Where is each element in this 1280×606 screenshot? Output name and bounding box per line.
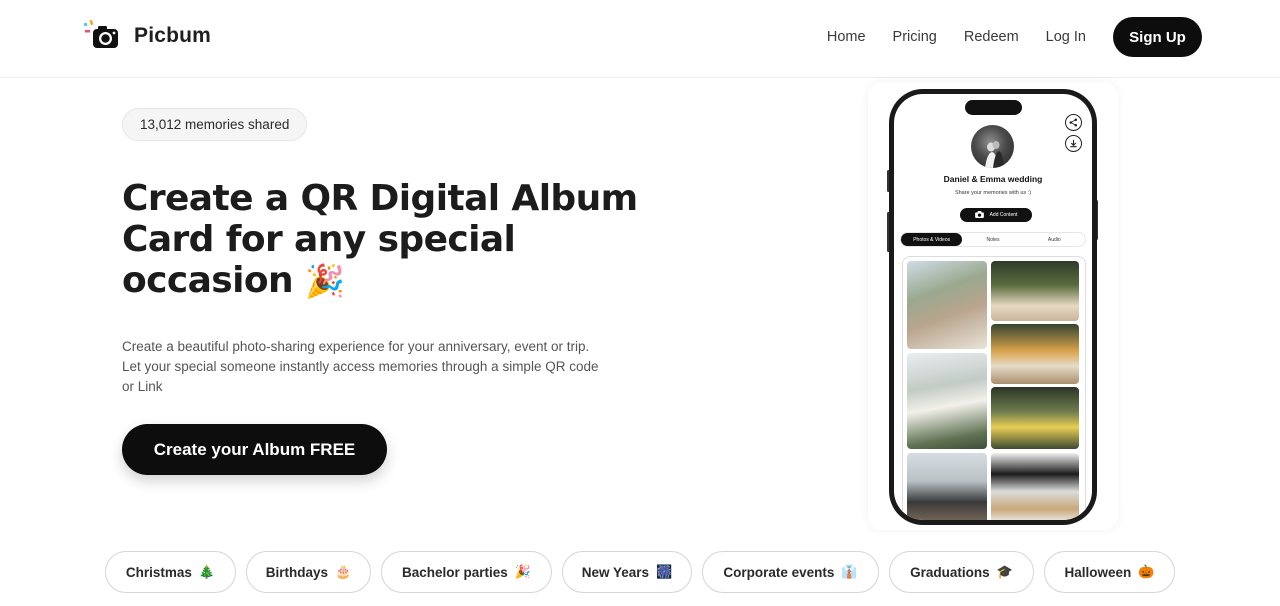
chip-halloween[interactable]: Halloween 🎃 <box>1044 551 1175 593</box>
chip-graduations[interactable]: Graduations 🎓 <box>889 551 1034 593</box>
chip-label: Christmas <box>125 564 192 580</box>
camera-icon <box>974 210 984 220</box>
chip-label: New Years <box>581 564 650 580</box>
album-subtitle: Share your memories with us :) <box>954 190 1032 196</box>
party-popper-icon: 🎉 <box>514 564 531 579</box>
hero-title-line-2: Card for any special <box>122 219 516 260</box>
chip-corporate-events[interactable]: Corporate events 👔 <box>702 551 879 593</box>
nav-home[interactable]: Home <box>827 29 866 45</box>
gallery-photo[interactable] <box>907 453 987 520</box>
gallery-photo[interactable] <box>991 261 1079 321</box>
chip-label: Bachelor parties <box>402 564 508 580</box>
camera-icon <box>83 19 120 52</box>
gallery-photo[interactable] <box>991 387 1079 449</box>
chip-christmas[interactable]: Christmas 🎄 <box>105 551 236 593</box>
party-popper-icon: 🎉 <box>304 262 345 300</box>
album-title: Daniel & Emma wedding <box>943 174 1043 184</box>
hero-title-line-1: Create a QR Digital Album <box>122 178 638 219</box>
tab-photos-videos[interactable]: Photos & Videos <box>901 233 963 246</box>
nav-redeem[interactable]: Redeem <box>964 29 1019 45</box>
album-tabs: Photos & Videos Notes Audio <box>900 232 1086 247</box>
photo-gallery[interactable] <box>902 256 1086 520</box>
nav-pricing[interactable]: Pricing <box>893 29 937 45</box>
brand-name: Picbum <box>134 24 212 47</box>
signup-button[interactable]: Sign Up <box>1113 17 1202 57</box>
phone-mockup: Daniel & Emma wedding Share your memorie… <box>889 89 1097 525</box>
gallery-photo[interactable] <box>991 324 1079 384</box>
suit-icon: 👔 <box>841 564 858 579</box>
graduation-cap-icon: 🎓 <box>996 564 1013 579</box>
gallery-photo[interactable] <box>991 453 1079 520</box>
occasion-chips: Christmas 🎄 Birthdays 🎂 Bachelor parties… <box>105 551 1175 593</box>
memories-count-badge: 13,012 memories shared <box>122 108 308 141</box>
album-avatar <box>971 125 1014 168</box>
chip-label: Corporate events <box>723 564 835 580</box>
create-album-button[interactable]: Create your Album FREE <box>122 424 387 475</box>
chip-label: Graduations <box>910 564 990 580</box>
tab-audio[interactable]: Audio <box>1024 233 1085 246</box>
add-content-button[interactable]: Add Content <box>960 208 1032 222</box>
share-icon[interactable] <box>1065 114 1082 131</box>
chip-label: Birthdays <box>265 564 329 580</box>
hero-title: Create a QR Digital Album Card for any s… <box>122 178 642 302</box>
hero-description: Create a beautiful photo-sharing experie… <box>122 339 599 394</box>
gallery-photo[interactable] <box>907 353 987 449</box>
fireworks-icon: 🎆 <box>656 564 673 579</box>
gallery-photo[interactable] <box>907 261 987 349</box>
site-header: Picbum Home Pricing Redeem Log In Sign U… <box>0 0 1280 78</box>
logo[interactable]: Picbum <box>83 19 212 52</box>
add-content-label: Add Content <box>989 212 1018 218</box>
nav-login[interactable]: Log In <box>1046 29 1086 45</box>
chip-bachelor-parties[interactable]: Bachelor parties 🎉 <box>381 551 552 593</box>
birthday-cake-icon: 🎂 <box>335 564 352 579</box>
pumpkin-icon: 🎃 <box>1138 564 1155 579</box>
phone-screen: Daniel & Emma wedding Share your memorie… <box>894 94 1092 520</box>
chip-birthdays[interactable]: Birthdays 🎂 <box>246 551 371 593</box>
chip-new-years[interactable]: New Years 🎆 <box>562 551 692 593</box>
main-nav: Home Pricing Redeem Log In Sign Up <box>827 17 1202 57</box>
hero-title-line-3: occasion <box>122 260 294 301</box>
phone-notch <box>965 100 1022 115</box>
tab-notes[interactable]: Notes <box>962 233 1023 246</box>
download-icon[interactable] <box>1065 135 1082 152</box>
christmas-tree-icon: 🎄 <box>198 564 216 579</box>
chip-label: Halloween <box>1064 564 1132 580</box>
